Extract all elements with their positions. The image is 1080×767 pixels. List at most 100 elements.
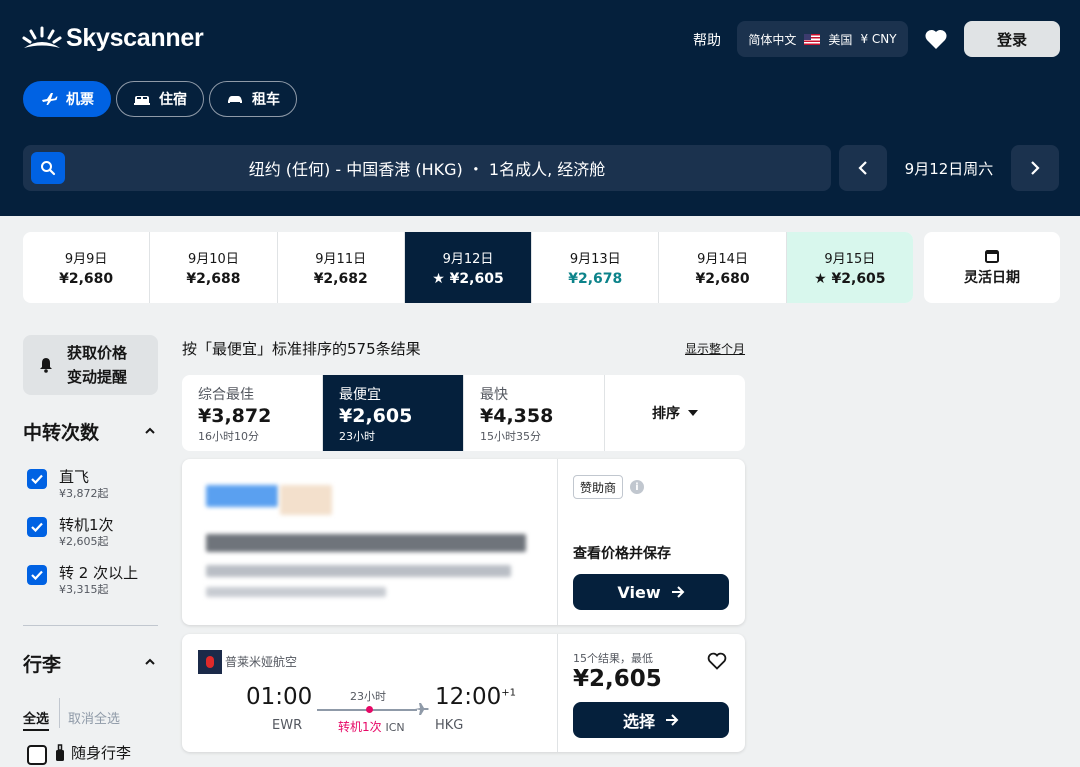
date-cell-date: 9月14日 bbox=[697, 252, 748, 267]
calendar-icon bbox=[985, 249, 999, 263]
sort-tab-best[interactable]: 综合最佳 ¥3,872 16小时10分 bbox=[182, 375, 323, 451]
tab-cars-label: 租车 bbox=[252, 92, 280, 108]
blurred-ad-headline bbox=[206, 534, 526, 552]
vertical-tabs: 机票 住宿 租车 bbox=[23, 81, 297, 117]
sort-tab-duration: 16小时10分 bbox=[198, 430, 259, 443]
baggage-filter-title[interactable]: 行李 bbox=[23, 650, 61, 677]
search-summary-text: 纽约 (任何) - 中国香港 (HKG) ・ 1名成人, 经济舱 bbox=[248, 160, 606, 179]
language-label: 简体中文 bbox=[748, 32, 797, 47]
divider bbox=[557, 459, 558, 625]
stops-option-price: ¥3,872起 bbox=[59, 487, 109, 500]
check-icon bbox=[31, 522, 43, 532]
save-heart-icon[interactable] bbox=[707, 652, 727, 670]
sort-tab-label: 最便宜 bbox=[339, 387, 381, 403]
search-button[interactable] bbox=[31, 152, 65, 184]
skyscanner-logo[interactable]: Skyscanner bbox=[22, 24, 204, 53]
flight-price: ¥2,605 bbox=[573, 666, 662, 692]
date-cell[interactable]: 9月14日 ¥2,680 bbox=[659, 232, 787, 303]
sort-tab-fastest[interactable]: 最快 ¥4,358 15小时35分 bbox=[464, 375, 605, 451]
stops-option-price: ¥3,315起 bbox=[59, 583, 109, 596]
sunrise-logo-icon bbox=[22, 26, 62, 48]
airline-name: 普莱米娅航空 bbox=[225, 655, 298, 669]
search-icon bbox=[41, 161, 56, 176]
blurred-ad-logo bbox=[280, 485, 332, 515]
checkbox[interactable] bbox=[27, 469, 47, 489]
baggage-option-carry-on[interactable]: 随身行李 bbox=[27, 743, 131, 765]
date-cell[interactable]: 9月15日 ★ ¥2,605 bbox=[786, 232, 913, 303]
date-cell-date: 9月12日 bbox=[442, 252, 494, 267]
previous-date-button[interactable] bbox=[839, 145, 887, 191]
heart-icon[interactable] bbox=[924, 28, 948, 50]
stops-option-label: 直飞 bbox=[59, 468, 90, 486]
stop-airport: ICN bbox=[385, 721, 405, 734]
flexible-dates-label: 灵活日期 bbox=[964, 269, 1020, 286]
plane-icon bbox=[42, 93, 58, 105]
car-icon bbox=[228, 96, 242, 103]
flexible-dates-button[interactable]: 灵活日期 bbox=[924, 232, 1060, 303]
arrow-right-icon bbox=[671, 586, 685, 598]
sort-dropdown-label: 排序 bbox=[652, 406, 680, 422]
tab-flights-label: 机票 bbox=[66, 92, 94, 108]
arrive-time-value: 12:00 bbox=[435, 684, 502, 710]
tab-flights[interactable]: 机票 bbox=[23, 81, 111, 117]
sponsored-ad-card[interactable]: 赞助商 i 查看价格并保存 View bbox=[182, 459, 745, 625]
flight-result-card[interactable]: 普莱米娅航空 01:00 EWR 23小时 转机1次 ICN 12:00+1 H… bbox=[182, 634, 745, 752]
view-button[interactable]: View bbox=[573, 574, 729, 610]
tab-hotels-label: 住宿 bbox=[159, 92, 187, 108]
price-alert-button[interactable]: 获取价格 变动提醒 bbox=[23, 335, 158, 395]
results-title: 按「最便宜」标准排序的575条结果 bbox=[182, 340, 421, 358]
stops-option-direct[interactable]: 直飞 ¥3,872起 bbox=[27, 467, 109, 501]
bell-icon bbox=[40, 358, 52, 373]
date-cell-price: ¥2,688 bbox=[186, 271, 241, 287]
date-cell-selected[interactable]: 9月12日 ★ ¥2,605 bbox=[404, 232, 533, 303]
tab-hotels[interactable]: 住宿 bbox=[116, 81, 204, 117]
chevron-right-icon bbox=[1031, 161, 1040, 175]
date-cell-price: ★ ¥2,605 bbox=[432, 271, 504, 287]
sponsored-tag: 赞助商 bbox=[573, 475, 624, 499]
date-cell-price: ¥2,680 bbox=[695, 271, 750, 287]
checkbox[interactable] bbox=[27, 517, 47, 537]
stops-filter-title[interactable]: 中转次数 bbox=[23, 418, 99, 445]
stops-info: 转机1次 ICN bbox=[338, 718, 405, 735]
date-cell-date: 9月9日 bbox=[64, 252, 108, 267]
date-cell[interactable]: 9月13日 ¥2,678 bbox=[532, 232, 660, 303]
stop-dot bbox=[366, 706, 373, 713]
next-date-button[interactable] bbox=[1011, 145, 1059, 191]
sort-tab-label: 综合最佳 bbox=[198, 387, 254, 403]
price-alert-line2: 变动提醒 bbox=[67, 368, 128, 386]
locale-selector[interactable]: 简体中文 美国 ¥ CNY bbox=[737, 21, 908, 57]
check-icon bbox=[31, 570, 43, 580]
date-price-strip: 9月9日 ¥2,680 9月10日 ¥2,688 9月11日 ¥2,682 9月12日… bbox=[23, 232, 913, 303]
date-cell[interactable]: 9月10日 ¥2,688 bbox=[150, 232, 278, 303]
caret-down-icon bbox=[688, 410, 698, 416]
divider bbox=[23, 625, 158, 626]
search-summary-bar[interactable]: 纽约 (任何) - 中国香港 (HKG) ・ 1名成人, 经济舱 bbox=[23, 145, 831, 191]
date-cell-date: 9月13日 bbox=[569, 252, 621, 267]
info-icon[interactable]: i bbox=[630, 480, 644, 494]
chevron-up-icon[interactable] bbox=[143, 424, 157, 438]
select-flight-button[interactable]: 选择 bbox=[573, 702, 729, 738]
select-all-link[interactable]: 全选 bbox=[23, 708, 50, 731]
login-button[interactable]: 登录 bbox=[964, 21, 1060, 57]
sort-dropdown[interactable]: 排序 bbox=[605, 375, 745, 451]
blurred-ad-text bbox=[206, 587, 386, 597]
show-month-link[interactable]: 显示整个月 bbox=[685, 340, 745, 357]
checkbox[interactable] bbox=[27, 745, 47, 765]
help-link[interactable]: 帮助 bbox=[693, 30, 721, 50]
sort-tabs: 综合最佳 ¥3,872 16小时10分 最便宜 ¥2,605 23小时 最快 ¥… bbox=[182, 375, 745, 451]
current-date[interactable]: 9月12日周六 bbox=[887, 145, 1011, 191]
date-cell[interactable]: 9月9日 ¥2,680 bbox=[23, 232, 151, 303]
stops-option-2plus[interactable]: 转 2 次以上 ¥3,315起 bbox=[27, 563, 138, 597]
checkbox[interactable] bbox=[27, 565, 47, 585]
chevron-up-icon[interactable] bbox=[143, 655, 157, 669]
stops-option-price: ¥2,605起 bbox=[59, 535, 109, 548]
sort-tab-cheapest[interactable]: 最便宜 ¥2,605 23小时 bbox=[323, 375, 464, 451]
date-cell-price: ¥2,678 bbox=[568, 271, 623, 287]
date-cell-date: 9月10日 bbox=[188, 252, 239, 267]
date-cell[interactable]: 9月11日 ¥2,682 bbox=[278, 232, 405, 303]
tab-cars[interactable]: 租车 bbox=[209, 81, 297, 117]
region-label: 美国 bbox=[828, 32, 853, 47]
deselect-all-link[interactable]: 取消全选 bbox=[68, 708, 120, 727]
stops-option-1-stop[interactable]: 转机1次 ¥2,605起 bbox=[27, 515, 114, 549]
arrive-day-offset: +1 bbox=[501, 687, 517, 699]
